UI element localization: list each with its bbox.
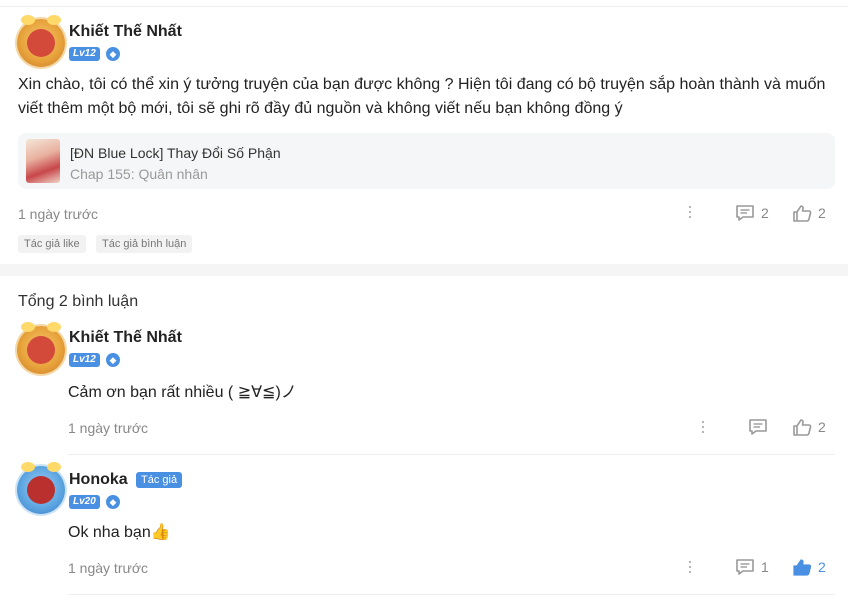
replies-total: Tổng 2 bình luận	[18, 293, 139, 310]
reply-text: Ok nha bạn👍	[68, 524, 171, 541]
username[interactable]: Khiết Thế Nhất	[69, 23, 182, 41]
tag-author-liked: Tác giả like	[18, 235, 86, 253]
reply-button[interactable]: 2	[735, 203, 769, 223]
user-avatar[interactable]	[17, 322, 65, 374]
user-avatar[interactable]	[17, 462, 65, 514]
like-button[interactable]: 2	[792, 417, 826, 437]
comment-icon	[749, 419, 767, 435]
section-separator	[0, 264, 848, 276]
username[interactable]: Khiết Thế Nhất	[69, 329, 182, 347]
vip-icon: ◆	[106, 353, 120, 367]
vip-icon: ◆	[106, 47, 120, 61]
more-options-icon[interactable]: · · ·	[700, 412, 706, 440]
reply-count: 1	[761, 559, 769, 575]
reply-divider	[68, 454, 835, 455]
tag-author-commented: Tác giả bình luận	[96, 235, 193, 253]
story-card[interactable]: [ĐN Blue Lock] Thay Đổi Số Phận Chap 155…	[18, 133, 835, 189]
top-divider	[0, 6, 848, 7]
like-count: 2	[818, 205, 826, 221]
like-count: 2	[818, 419, 826, 435]
comment-icon	[736, 559, 754, 575]
author-badge: Tác giả	[136, 472, 183, 488]
level-badge: Lv12	[69, 47, 100, 61]
reply-time: 1 ngày trước	[68, 560, 149, 576]
comment-time: 1 ngày trước	[18, 206, 99, 222]
like-button[interactable]: 2	[792, 557, 826, 577]
thumbs-up-icon	[793, 559, 812, 576]
username[interactable]: Honoka	[69, 471, 128, 489]
level-badge: Lv12	[69, 353, 100, 367]
comment-text-line-1: Xin chào, tôi có thể xin ý tưởng truyện …	[18, 76, 826, 93]
story-title: [ĐN Blue Lock] Thay Đổi Số Phận	[70, 145, 281, 161]
reply-divider	[68, 594, 835, 595]
story-cover-image	[26, 139, 60, 183]
more-options-icon[interactable]: · · ·	[687, 197, 693, 225]
comment-icon	[736, 205, 754, 221]
reply-count: 2	[761, 205, 769, 221]
thumbs-up-icon	[793, 419, 812, 436]
reply-time: 1 ngày trước	[68, 420, 149, 436]
reply-button[interactable]: 1	[735, 557, 769, 577]
story-chapter: Chap 155: Quân nhân	[70, 166, 208, 182]
reply-text: Cảm ơn bạn rất nhiều ( ≧∀≦)ノ	[68, 384, 297, 401]
vip-icon: ◆	[106, 495, 120, 509]
user-avatar[interactable]	[17, 15, 65, 67]
like-button[interactable]: 2	[792, 203, 826, 223]
more-options-icon[interactable]: · · ·	[687, 552, 693, 580]
thumbs-up-icon	[793, 205, 812, 222]
comment-text-line-2: viết thêm một bộ mới, tôi sẽ ghi rõ đầy …	[18, 100, 623, 117]
like-count: 2	[818, 559, 826, 575]
reply-button[interactable]	[748, 417, 774, 437]
level-badge: Lv20	[69, 495, 100, 509]
